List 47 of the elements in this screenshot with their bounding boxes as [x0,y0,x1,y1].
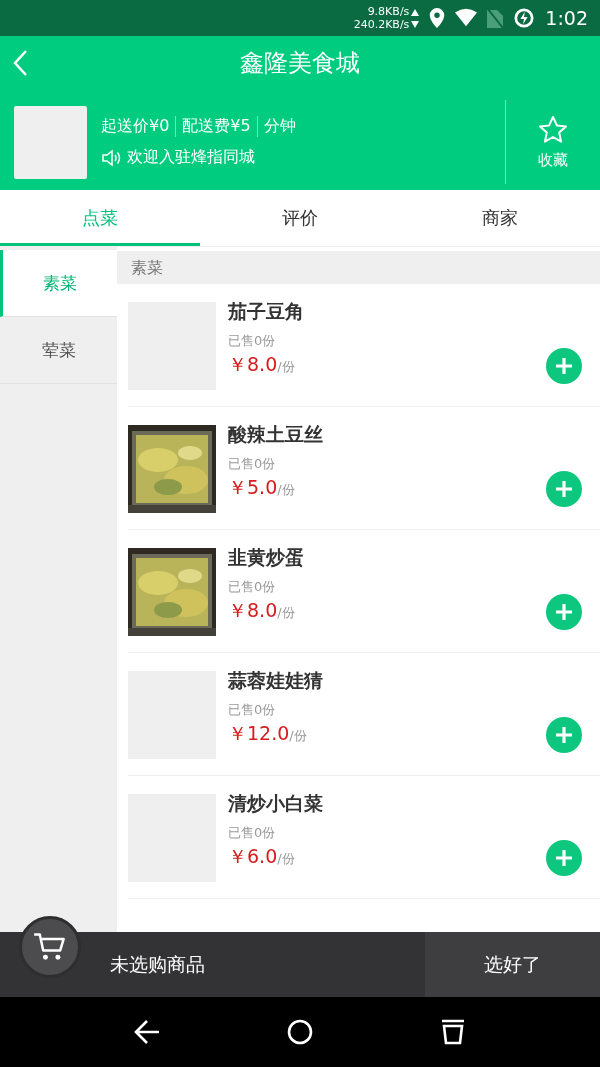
delivery-fee: 配送费¥5 [175,116,257,137]
price: ￥12.0 [228,721,290,746]
shop-notice: 欢迎入驻烽指同城 [127,147,255,168]
cart-summary: 未选购商品 [110,951,206,977]
price-unit: /份 [277,482,295,499]
add-icon[interactable] [546,471,582,507]
dish-name: 韭黄炒蛋 [228,545,305,570]
down-triangle-icon [411,20,420,28]
clock: 1:02 [545,7,588,29]
sold-count: 已售0份 [228,578,277,596]
price-unit: /份 [277,851,295,868]
minimum-order: 起送价¥0 [101,116,171,137]
add-icon[interactable] [546,594,582,630]
dish-name: 蒜蓉娃娃猜 [228,668,324,693]
price: ￥8.0 [228,352,278,377]
dish-name: 茄子豆角 [228,299,305,324]
sold-count: 已售0份 [228,824,277,842]
home-icon[interactable] [286,1018,314,1046]
page-title: 鑫隆美食城 [240,48,360,79]
cart-icon [33,932,67,962]
price: ￥5.0 [228,475,278,500]
speaker-icon [101,148,121,167]
wifi-icon [455,8,478,28]
upload-speed: 9.8KB/s [367,5,410,18]
section-header: 素菜 [117,251,600,284]
dish-name: 清炒小白菜 [228,791,324,816]
add-icon[interactable] [546,840,582,876]
price-unit: /份 [277,359,295,376]
price: ￥8.0 [228,598,278,623]
price-unit: /份 [277,605,295,622]
download-speed: 240.2KB/s [353,18,410,31]
checkout-button[interactable]: 选好了 [425,932,600,997]
add-icon[interactable] [546,717,582,753]
add-icon[interactable] [546,348,582,384]
price: ￥6.0 [228,844,278,869]
location-icon [429,8,446,28]
dish-name: 酸辣土豆丝 [228,422,324,447]
sold-count: 已售0份 [228,332,277,350]
star-icon [538,114,568,145]
delivery-time: 分钟 [256,116,302,137]
back-icon[interactable] [132,1018,161,1046]
no-sim-icon [487,8,504,28]
price-unit: /份 [289,728,307,745]
sold-count: 已售0份 [228,701,277,719]
up-triangle-icon [411,8,420,16]
sold-count: 已售0份 [228,455,277,473]
battery-charging-icon [513,8,536,28]
